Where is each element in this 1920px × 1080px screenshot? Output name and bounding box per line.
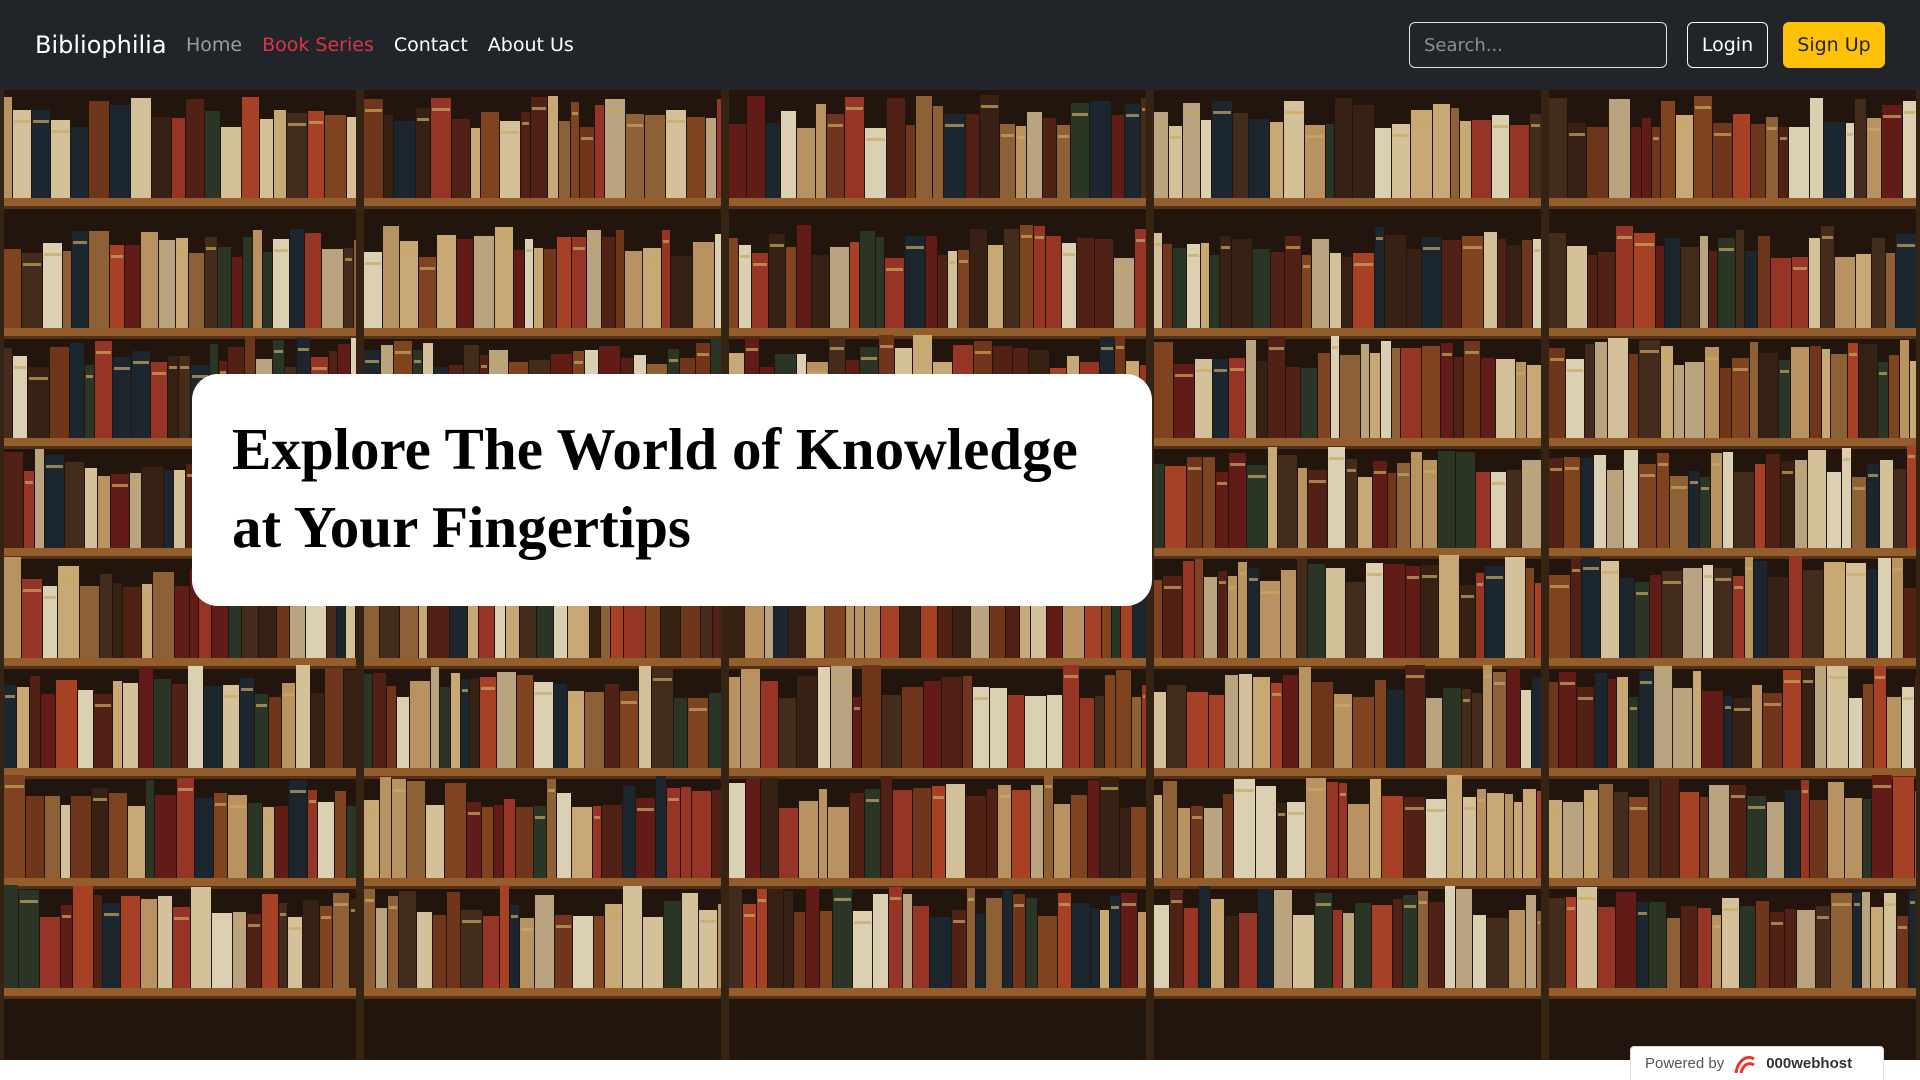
webhost-logo-icon — [1734, 1055, 1756, 1073]
hero-title: Explore The World of Knowledge at Your F… — [232, 410, 1112, 566]
top-navbar: Bibliophilia Home Book Series Contact Ab… — [0, 0, 1920, 90]
nav-link-book-series[interactable]: Book Series — [262, 34, 374, 56]
sign-up-button[interactable]: Sign Up — [1783, 22, 1885, 68]
login-button[interactable]: Login — [1687, 22, 1768, 68]
nav-link-about-us[interactable]: About Us — [488, 34, 574, 56]
search-input[interactable] — [1409, 22, 1667, 68]
hero-title-line-1: Explore The World of Knowledge — [232, 416, 1078, 482]
brand-logo-text[interactable]: Bibliophilia — [35, 0, 167, 90]
nav-links: Home Book Series Contact About Us — [186, 0, 574, 90]
hero-headline-card: Explore The World of Knowledge at Your F… — [192, 374, 1152, 606]
hero-title-line-2: at Your Fingertips — [232, 494, 691, 560]
powered-by-label: Powered by — [1645, 1055, 1725, 1072]
hero-section: Explore The World of Knowledge at Your F… — [0, 90, 1920, 1060]
nav-link-home[interactable]: Home — [186, 34, 242, 56]
nav-link-contact[interactable]: Contact — [394, 34, 468, 56]
webhost-label: 000webhost — [1766, 1055, 1853, 1072]
powered-by-badge[interactable]: Powered by 000webhost — [1630, 1046, 1884, 1080]
